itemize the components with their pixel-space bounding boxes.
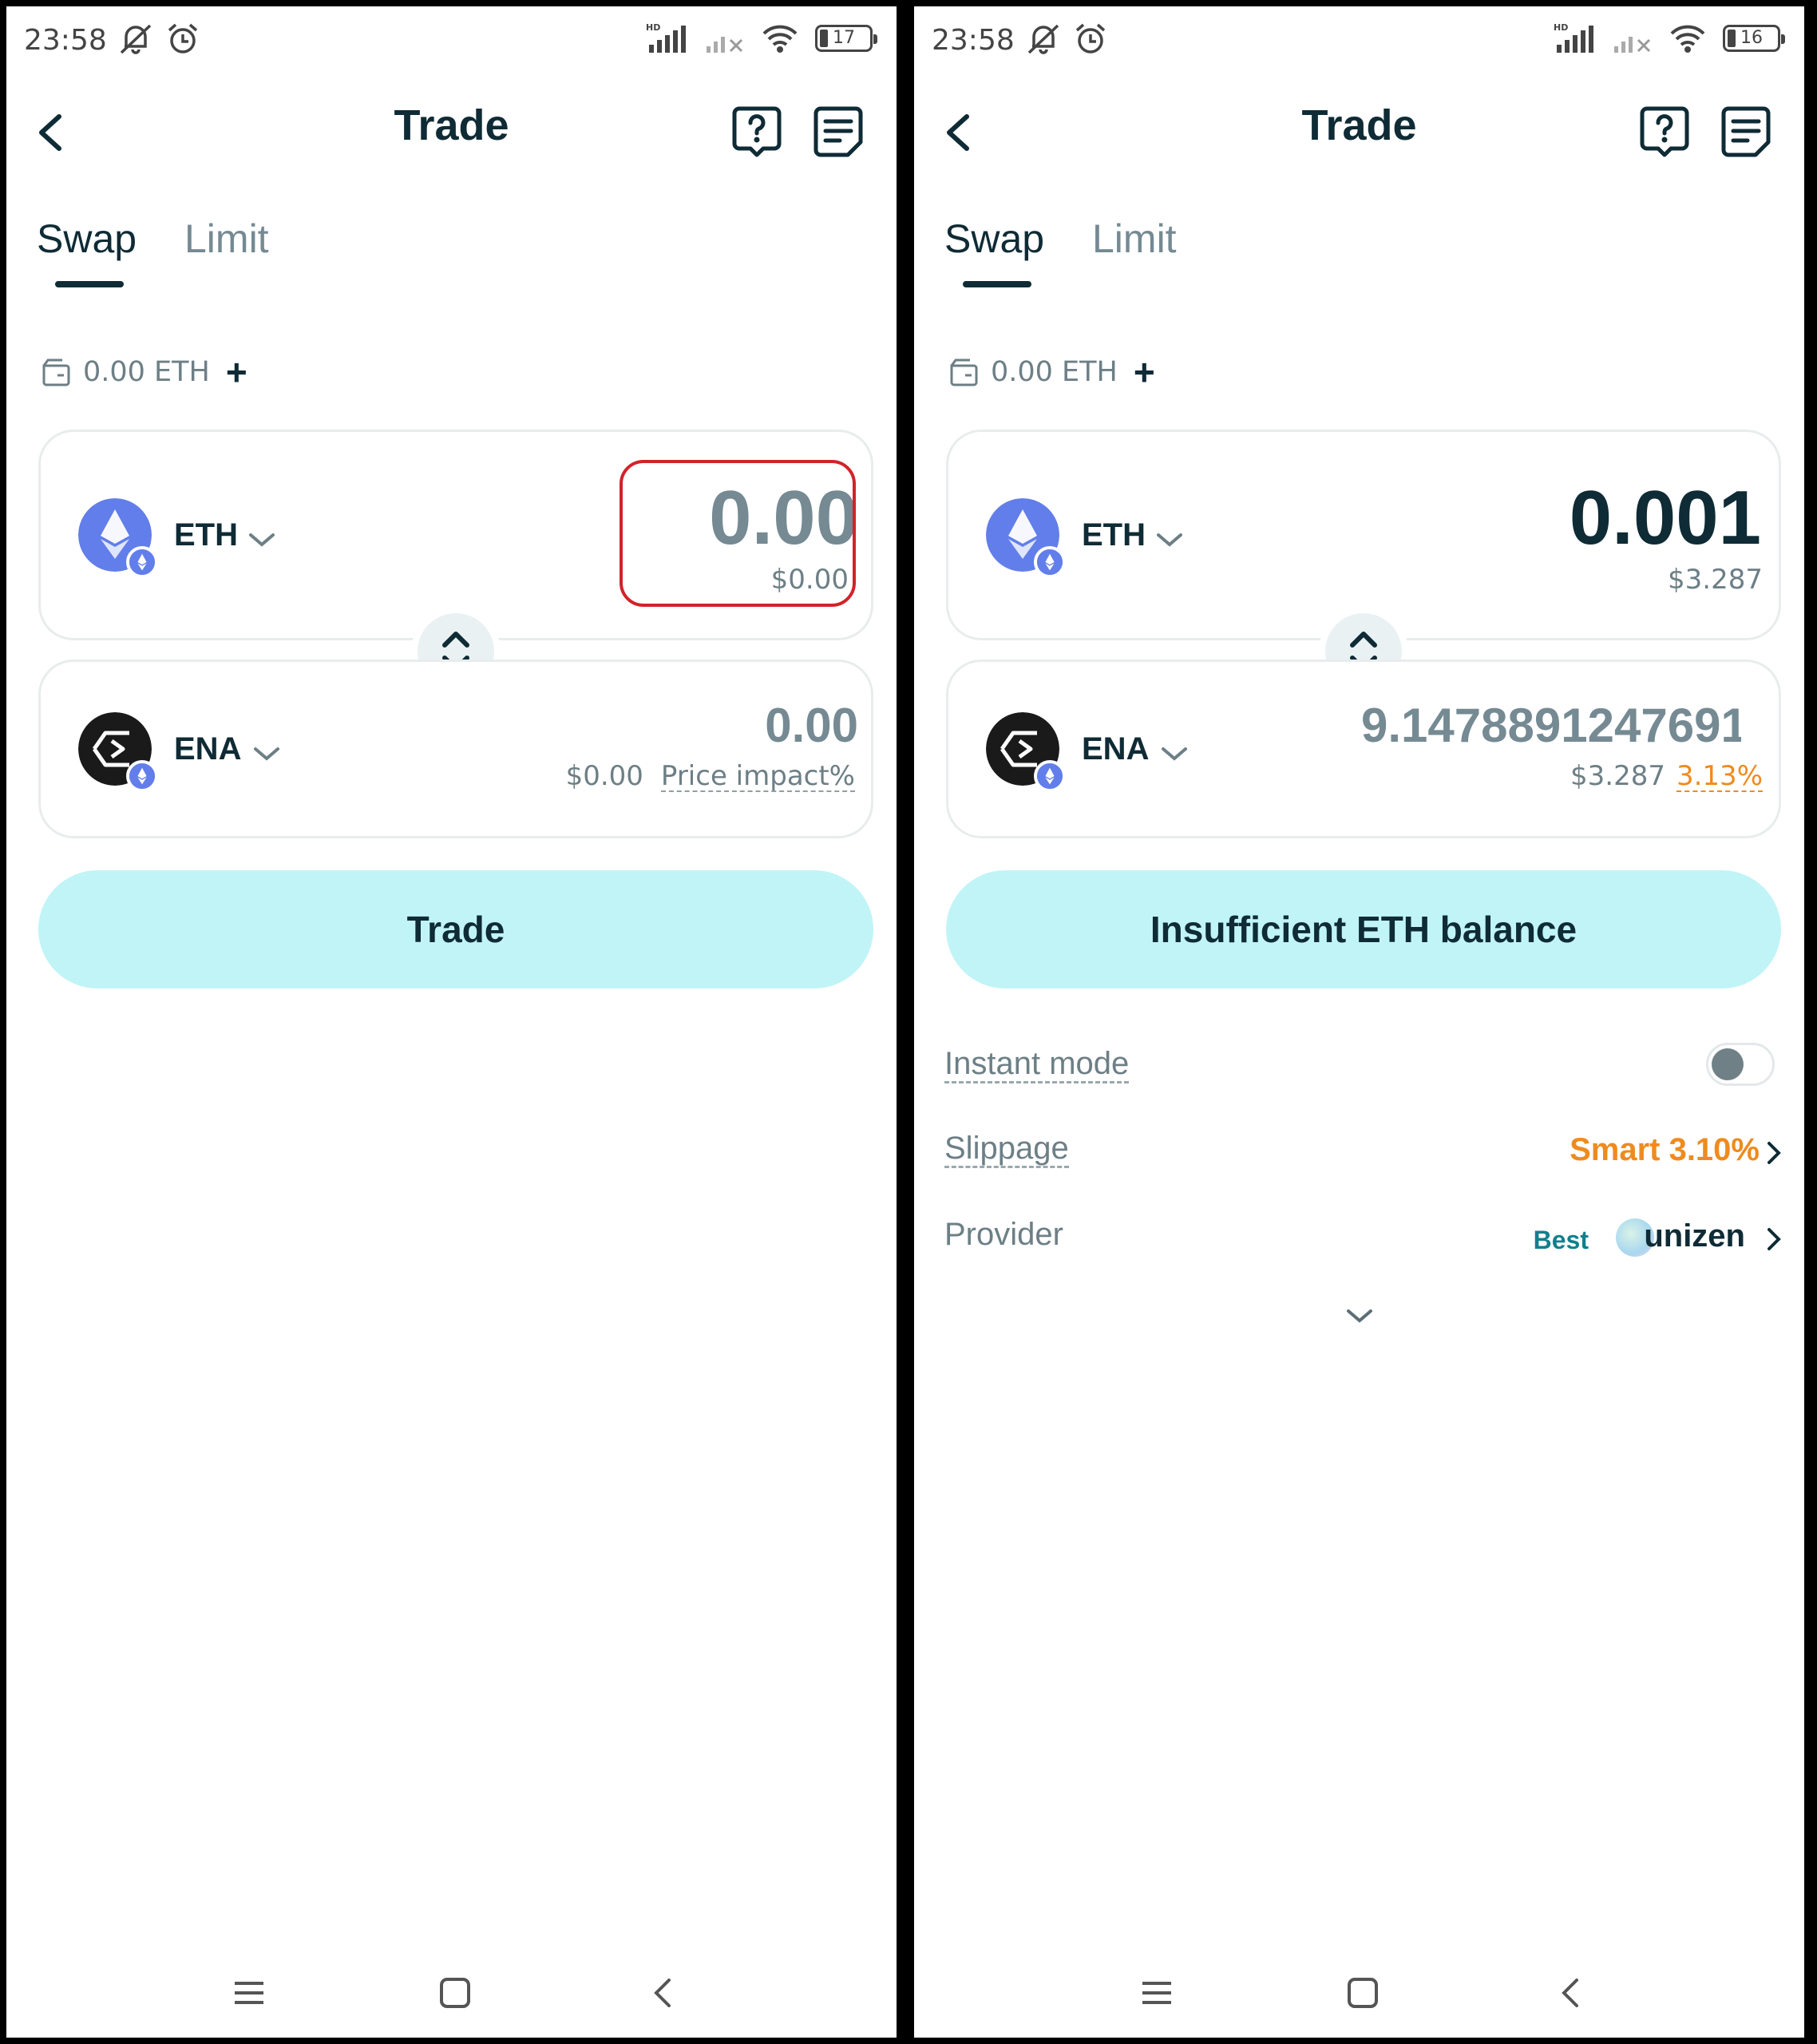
signal-off-icon (1614, 37, 1651, 53)
ethereum-chain-badge (126, 546, 158, 578)
chevron-down-icon (1157, 533, 1182, 547)
screen-after: 23:58 HD 16 Trade Swap Limit 0.00 ETH + … (914, 6, 1804, 2038)
signal-icon: HD (1554, 22, 1593, 53)
wallet-balance: 0.00 ETH + (40, 354, 247, 390)
wallet-balance: 0.00 ETH + (948, 354, 1155, 390)
signal-icon: HD (646, 22, 686, 53)
price-impact-link[interactable]: 3.13% (1676, 762, 1763, 792)
slippage-label[interactable]: Slippage (944, 1131, 1069, 1168)
mute-icon (120, 24, 152, 54)
tab-limit[interactable]: Limit (184, 216, 269, 262)
to-amount: 9.147889124769130 (1361, 699, 1741, 752)
battery-level: 17 (833, 28, 855, 48)
best-badge: Best (1533, 1226, 1589, 1254)
status-time: 23:58 (24, 24, 107, 57)
menu-nav-icon[interactable] (232, 1975, 267, 2010)
ethereum-chain-badge (1034, 546, 1066, 578)
chevron-down-icon (1162, 747, 1187, 761)
active-tab-indicator (963, 281, 1031, 287)
tab-limit[interactable]: Limit (1092, 216, 1177, 262)
to-amount: 0.00 (765, 699, 858, 752)
to-token-name: ENA (174, 731, 242, 766)
battery-icon: 16 (1723, 25, 1785, 52)
back-nav-icon[interactable] (1553, 1975, 1588, 2010)
battery-level: 16 (1740, 28, 1763, 48)
alarm-icon (168, 23, 198, 53)
add-funds-icon[interactable]: + (226, 354, 247, 390)
screen-before: 23:58 HD 17 Trade Swap Limit 0.00 ETH + … (6, 6, 897, 2038)
slippage-value[interactable]: Smart 3.10% (1570, 1132, 1760, 1168)
back-nav-icon[interactable] (645, 1975, 680, 2010)
to-token-name: ENA (1082, 731, 1150, 766)
help-icon[interactable] (1636, 102, 1693, 160)
signal-off-icon (707, 37, 743, 53)
chevron-down-icon (254, 747, 279, 761)
alarm-icon (1075, 23, 1106, 53)
expand-details-icon[interactable] (1344, 1306, 1376, 1325)
ethereum-chain-badge (1034, 760, 1066, 792)
order-history-icon[interactable] (810, 102, 867, 160)
from-token-name: ETH (174, 517, 238, 553)
instant-mode-toggle[interactable] (1706, 1043, 1775, 1086)
provider-name[interactable]: unizen (1644, 1218, 1745, 1254)
home-nav-icon[interactable] (1345, 1975, 1380, 2010)
from-token-name: ETH (1082, 517, 1146, 553)
from-amount-input[interactable]: 0.001 (1570, 474, 1761, 562)
mute-icon (1027, 24, 1059, 54)
trade-button[interactable]: Trade (38, 870, 873, 988)
svg-text:HD: HD (646, 22, 660, 33)
add-funds-icon[interactable]: + (1134, 354, 1155, 390)
balance-text: 0.00 ETH (991, 356, 1118, 388)
svg-text:HD: HD (1554, 22, 1568, 33)
instant-mode-label[interactable]: Instant mode (944, 1046, 1130, 1083)
insufficient-balance-button[interactable]: Insufficient ETH balance (946, 870, 1781, 988)
active-tab-indicator (55, 281, 124, 287)
toggle-knob (1712, 1048, 1744, 1080)
to-usd-value: $0.00 (565, 760, 643, 792)
status-time: 23:58 (932, 24, 1015, 57)
to-token-card (38, 660, 873, 838)
battery-icon: 17 (815, 25, 877, 52)
order-history-icon[interactable] (1717, 102, 1775, 160)
wallet-icon (42, 358, 70, 386)
menu-nav-icon[interactable] (1139, 1975, 1174, 2010)
wifi-icon (762, 25, 798, 53)
chevron-right-icon (1768, 1228, 1781, 1250)
provider-label: Provider (944, 1217, 1063, 1252)
help-icon[interactable] (728, 102, 786, 160)
balance-text: 0.00 ETH (83, 356, 210, 388)
to-usd-value: $3.287 (1570, 760, 1665, 792)
home-nav-icon[interactable] (437, 1975, 473, 2010)
chevron-down-icon (249, 533, 275, 547)
wallet-icon (950, 358, 978, 386)
highlight-annotation (620, 460, 856, 607)
tab-swap[interactable]: Swap (944, 216, 1044, 262)
wifi-icon (1670, 25, 1705, 53)
from-usd-value: $3.287 (1668, 564, 1763, 596)
price-impact-link[interactable]: Price impact% (660, 762, 855, 792)
chevron-right-icon (1768, 1142, 1781, 1164)
tab-swap[interactable]: Swap (37, 216, 137, 262)
ethereum-chain-badge (126, 760, 158, 792)
